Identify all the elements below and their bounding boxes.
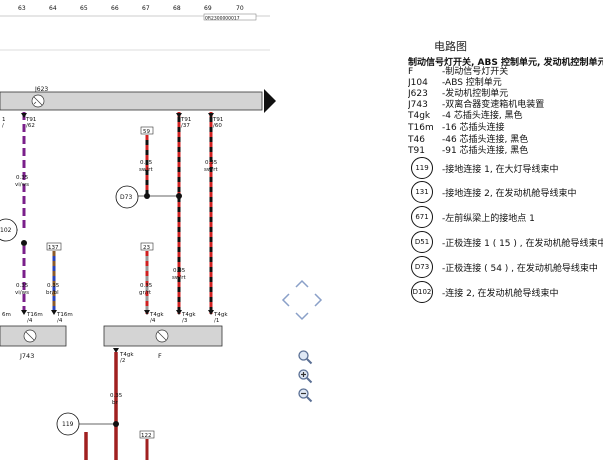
wire-sw-rt-37: T91 /37 0.35 sw/rt [172,112,191,314]
wire-sw-rt-60: T91 /60 0.35 sw/rt [204,112,223,314]
wire-gr-rt: 23 0.35 gr/rt [139,242,154,314]
ruler-number: 67 [142,5,150,12]
wire-pin-number: /62 [26,123,35,129]
svg-text:0.35: 0.35 [173,268,186,274]
ruler-number: 68 [173,5,181,12]
ruler-number: 66 [111,5,119,12]
svg-text:br: br [112,400,118,406]
ruler-box-text: 0R2300000017 [205,16,240,22]
svg-text:sw/rt: sw/rt [139,167,153,173]
zoom-out-icon[interactable] [297,387,313,403]
svg-text:/4: /4 [150,318,156,324]
ruler-number: 65 [80,5,88,12]
ref-box-23: 23 [143,245,150,251]
splice-node [144,193,150,199]
ruler-number: 63 [18,5,26,12]
legend-panel: 电路图 制动信号灯开关, ABS 控制单元, 发动机控制单元 F -制动信号灯开… [408,0,603,460]
zoom-in-icon[interactable] [297,349,313,365]
column-ruler: 63 64 65 66 67 68 69 70 0R2300000017 [0,5,270,22]
wire-gauge: 0.35 [16,283,29,289]
j743-label: J743 [19,352,34,360]
svg-text:6m: 6m [2,312,11,318]
continuation-arrow-icon [264,89,276,113]
ref-box-137: 137 [48,245,59,251]
svg-text:0.35: 0.35 [140,283,153,289]
component-j623: J623 [0,86,276,113]
f-label: F [158,352,162,360]
ref-box-59: 59 [143,129,150,135]
svg-text:/4: /4 [57,318,63,324]
legend-header: 电路图 [434,40,467,53]
svg-text:/1: /1 [214,318,219,324]
ground-ref-d73: D73 [115,185,139,209]
ref-box-122: 122 [141,433,152,439]
wire-color: vi/ws [15,182,29,188]
svg-text:0.35: 0.35 [205,160,218,166]
svg-text:/60: /60 [213,123,222,129]
wire-sw-rt-59: 59 0.35 sw/rt [139,126,153,196]
wire-vi-ws-upper: T91 /62 0.35 vi/ws 1 / [2,112,36,230]
ruler-number: 69 [204,5,212,12]
ruler-number: 64 [49,5,57,12]
svg-text:/2: /2 [120,358,125,364]
ground-ref-119: 119 [56,412,80,436]
ref-box-122-wire: 122 [139,430,155,460]
svg-text:0.35: 0.35 [140,160,153,166]
svg-text:gr/rt: gr/rt [139,290,152,296]
component-j743: J743 [0,325,67,360]
svg-text:102: 102 [0,227,12,234]
splice-node [21,240,27,246]
wire-br-bottom: T4gk /2 0.35 br [110,348,134,460]
j743-pins: T16m /4 T16m /4 6m [2,310,73,324]
svg-text:D73: D73 [120,194,132,201]
viewer-tools [280,278,324,408]
wire-color: vi/ws [15,290,29,296]
pan-arrows-icon[interactable] [280,278,324,322]
zoom-plus-icon[interactable] [297,368,313,384]
svg-text:/4: /4 [27,318,33,324]
svg-text:/37: /37 [181,123,190,129]
svg-text:br/bl: br/bl [46,290,59,296]
f-pins: T4gk /4 T4gk /3 T4gk /1 [144,310,228,324]
svg-text:sw/rt: sw/rt [204,167,218,173]
wire-br-bl: 137 0.35 br/bl [46,242,62,312]
svg-text:0.35: 0.35 [110,393,123,399]
ruler-number: 70 [236,5,244,12]
svg-text:0.35: 0.35 [47,283,60,289]
wiring-diagram: 63 64 65 66 67 68 69 70 0R2300000017 J62… [0,5,276,460]
splice-node [113,421,119,427]
wire-gauge: 0.35 [16,175,29,181]
ground-ref-102: 102 [0,218,18,242]
svg-text:/: / [2,123,4,129]
svg-text:/3: /3 [182,318,188,324]
splice-node [176,193,182,199]
svg-text:sw/rt: sw/rt [172,275,186,281]
svg-text:119: 119 [62,421,74,428]
